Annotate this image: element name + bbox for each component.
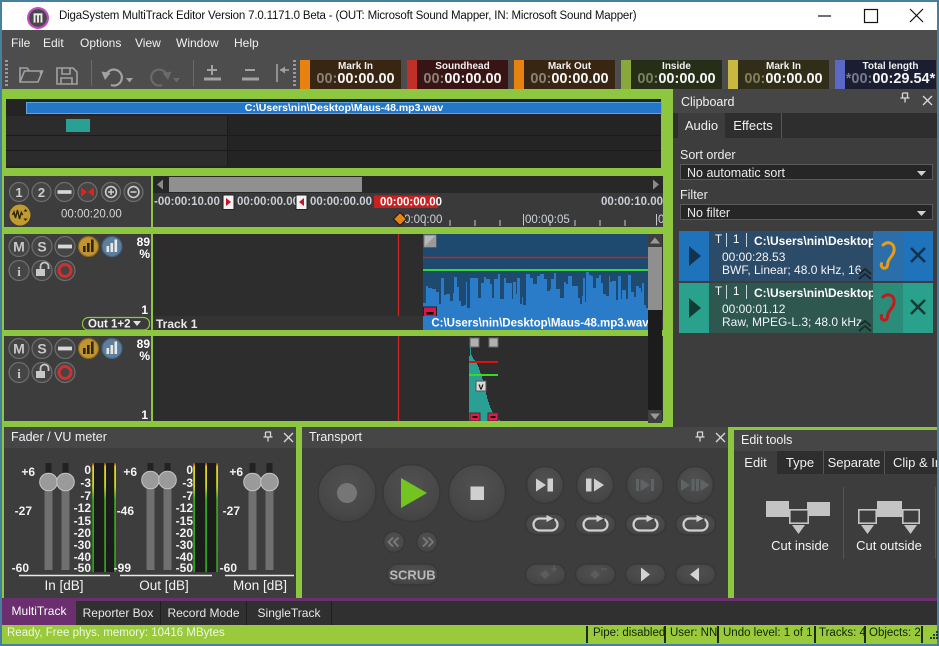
- svg-text:00:00:00.00: 00:00:00.00: [310, 196, 372, 208]
- svg-text:-3: -3: [80, 476, 91, 490]
- svg-text:M: M: [13, 341, 25, 357]
- svg-text:-12: -12: [74, 501, 92, 515]
- svg-text:Out [dB]: Out [dB]: [139, 578, 189, 593]
- svg-text:0: 0: [84, 463, 91, 477]
- svg-text:S: S: [37, 341, 46, 357]
- svg-text:-50: -50: [176, 561, 194, 575]
- svg-text:-60: -60: [220, 561, 238, 575]
- svg-text:+6: +6: [123, 465, 137, 479]
- svg-text:Cut inside: Cut inside: [771, 538, 829, 553]
- svg-text:Mon [dB]: Mon [dB]: [233, 578, 287, 593]
- svg-text:|00:00:05: |00:00:05: [522, 214, 570, 226]
- svg-text:-46: -46: [117, 504, 135, 518]
- svg-text:%: %: [139, 349, 150, 363]
- svg-text:-60: -60: [12, 561, 30, 575]
- svg-text:i: i: [17, 366, 21, 381]
- svg-text:2: 2: [38, 185, 45, 200]
- svg-text:+6: +6: [229, 465, 243, 479]
- svg-text:S: S: [37, 239, 46, 255]
- svg-text:1: 1: [141, 408, 148, 421]
- svg-text:%: %: [139, 247, 150, 261]
- svg-text:M: M: [13, 239, 25, 255]
- svg-text:00:00:20.00: 00:00:20.00: [61, 209, 122, 221]
- svg-text:-27: -27: [223, 504, 241, 518]
- svg-text:|00:: |00:: [655, 214, 663, 226]
- svg-text:Cut outside: Cut outside: [856, 538, 922, 553]
- svg-text:-50: -50: [74, 561, 92, 575]
- svg-text:0:00:00: 0:00:00: [404, 214, 442, 226]
- svg-text:-00:00:10.00: -00:00:10.00: [154, 196, 220, 208]
- svg-text:00:00:00.00: 00:00:00.00: [237, 196, 299, 208]
- svg-text:+6: +6: [21, 465, 35, 479]
- svg-text:SCRUB: SCRUB: [389, 568, 435, 583]
- svg-text:00:00:00.00: 00:00:00.00: [380, 197, 442, 209]
- svg-text:1: 1: [15, 185, 22, 200]
- svg-text:-3: -3: [182, 476, 193, 490]
- svg-text:00:00:10.00: 00:00:10.00: [601, 196, 663, 208]
- svg-text:v: v: [478, 382, 483, 392]
- svg-text:-27: -27: [15, 504, 33, 518]
- svg-text:-12: -12: [176, 501, 194, 515]
- svg-text:-99: -99: [114, 561, 132, 575]
- svg-text:i: i: [17, 264, 21, 279]
- svg-text:C:\Users\nin\Desktop\Maus-48.m: C:\Users\nin\Desktop\Maus-48.mp3.wav: [431, 318, 649, 330]
- svg-text:Out 1+2: Out 1+2: [88, 319, 131, 331]
- svg-text:1: 1: [141, 303, 148, 317]
- svg-text:0: 0: [186, 463, 193, 477]
- svg-text:In [dB]: In [dB]: [44, 578, 83, 593]
